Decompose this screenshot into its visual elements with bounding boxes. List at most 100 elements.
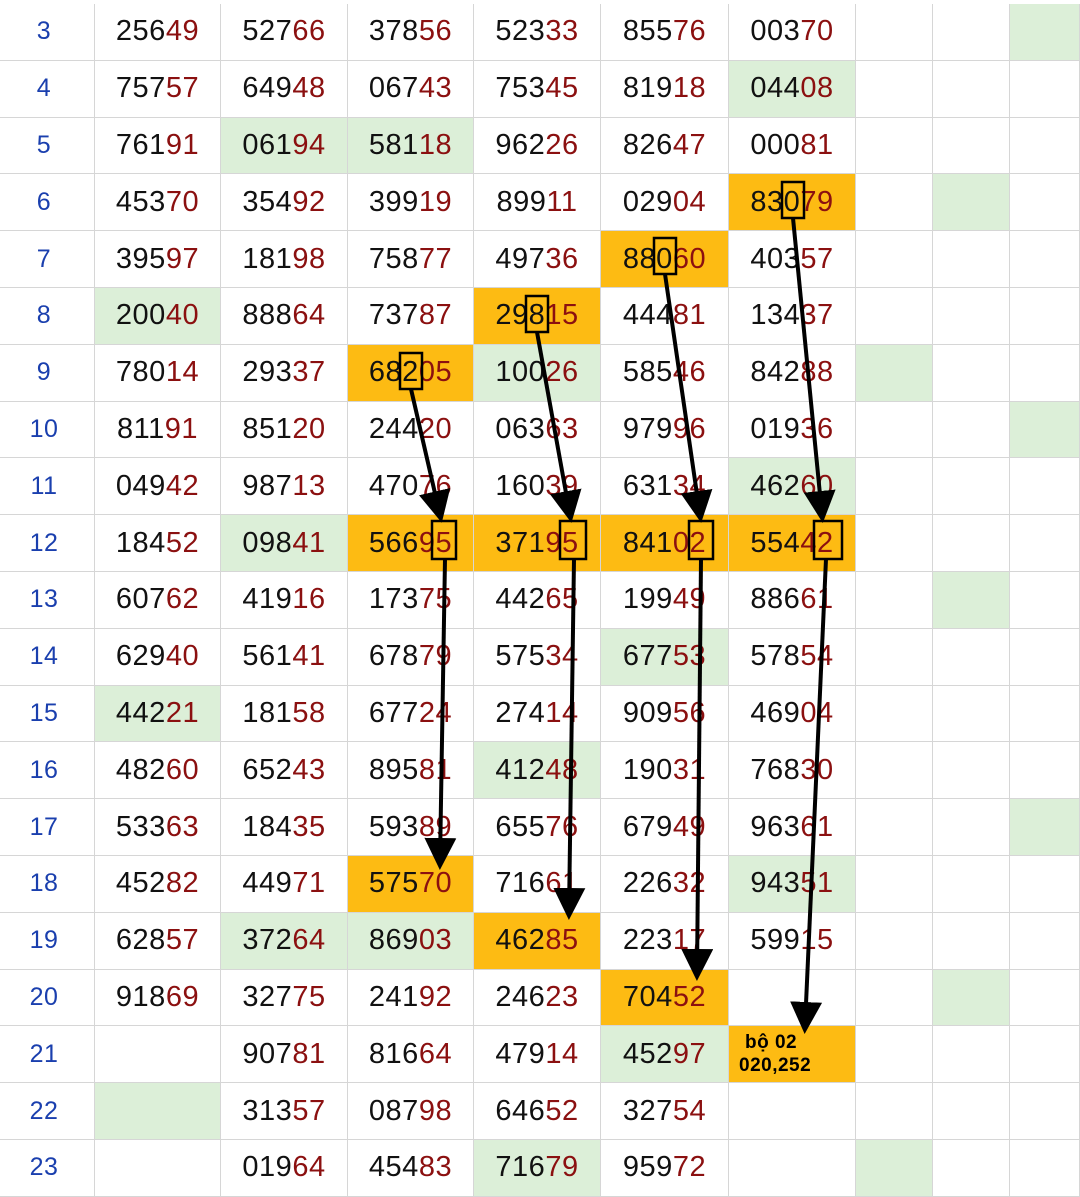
table-cell[interactable]: 655 76	[474, 799, 601, 856]
table-cell[interactable]: 497 36	[474, 231, 601, 288]
table-cell[interactable]: 181 98	[221, 231, 348, 288]
table-cell[interactable]: 000 81	[729, 117, 856, 175]
table-cell[interactable]: 256 49	[95, 4, 221, 61]
table-cell[interactable]: 607 62	[95, 572, 221, 629]
table-cell[interactable]	[1010, 288, 1080, 345]
table-cell[interactable]	[856, 401, 933, 459]
table-cell[interactable]: 841 02	[601, 515, 729, 572]
table-cell[interactable]: 561 41	[221, 628, 348, 686]
row-number[interactable]: 5	[0, 117, 95, 175]
table-cell[interactable]: 682 05	[348, 344, 474, 402]
table-cell[interactable]: 029 04	[601, 174, 729, 232]
table-cell[interactable]	[856, 60, 933, 118]
table-cell[interactable]: 482 60	[95, 742, 221, 800]
table-cell[interactable]	[1010, 572, 1080, 629]
table-cell[interactable]	[1010, 1140, 1080, 1197]
row-number[interactable]: 14	[0, 628, 95, 686]
table-cell[interactable]: 003 70	[729, 4, 856, 61]
note-cell[interactable]: bộ 02 020,252	[729, 1026, 856, 1084]
table-cell[interactable]	[933, 1083, 1010, 1140]
row-number[interactable]: 9	[0, 344, 95, 402]
table-cell[interactable]	[1010, 60, 1080, 118]
table-cell[interactable]: 049 42	[95, 458, 221, 516]
table-cell[interactable]	[1010, 174, 1080, 232]
row-number[interactable]: 22	[0, 1083, 95, 1140]
table-cell[interactable]: 100 26	[474, 344, 601, 402]
table-cell[interactable]	[95, 1026, 221, 1084]
table-cell[interactable]: 063 63	[474, 401, 601, 459]
table-cell[interactable]: 599 15	[729, 912, 856, 970]
table-cell[interactable]: 442 21	[95, 685, 221, 743]
table-cell[interactable]	[856, 344, 933, 402]
table-cell[interactable]: 757 57	[95, 60, 221, 118]
table-cell[interactable]: 943 51	[729, 856, 856, 913]
table-cell[interactable]: 962 26	[474, 117, 601, 175]
table-cell[interactable]	[856, 458, 933, 516]
table-cell[interactable]	[856, 628, 933, 686]
table-cell[interactable]: 190 31	[601, 742, 729, 800]
table-cell[interactable]: 768 30	[729, 742, 856, 800]
table-cell[interactable]: 575 70	[348, 856, 474, 913]
table-cell[interactable]	[1010, 515, 1080, 572]
table-cell[interactable]: 298 15	[474, 288, 601, 345]
row-number[interactable]: 13	[0, 572, 95, 629]
table-cell[interactable]: 449 71	[221, 856, 348, 913]
table-cell[interactable]: 593 89	[348, 799, 474, 856]
row-number[interactable]: 17	[0, 799, 95, 856]
table-cell[interactable]: 963 61	[729, 799, 856, 856]
table-cell[interactable]: 554 42	[729, 515, 856, 572]
row-number[interactable]: 21	[0, 1026, 95, 1084]
table-cell[interactable]: 412 48	[474, 742, 601, 800]
table-cell[interactable]: 649 48	[221, 60, 348, 118]
table-cell[interactable]	[933, 117, 1010, 175]
table-cell[interactable]	[933, 60, 1010, 118]
table-cell[interactable]: 959 72	[601, 1140, 729, 1197]
row-number[interactable]: 23	[0, 1140, 95, 1197]
table-cell[interactable]: 830 79	[729, 174, 856, 232]
table-cell[interactable]	[933, 856, 1010, 913]
table-cell[interactable]: 629 40	[95, 628, 221, 686]
table-cell[interactable]	[95, 1083, 221, 1140]
table-cell[interactable]	[1010, 1083, 1080, 1140]
table-cell[interactable]	[856, 288, 933, 345]
table-cell[interactable]	[1010, 458, 1080, 516]
table-cell[interactable]: 199 49	[601, 572, 729, 629]
table-cell[interactable]: 019 36	[729, 401, 856, 459]
table-cell[interactable]: 403 57	[729, 231, 856, 288]
table-cell[interactable]: 444 81	[601, 288, 729, 345]
table-cell[interactable]: 200 40	[95, 288, 221, 345]
table-cell[interactable]: 313 57	[221, 1083, 348, 1140]
table-cell[interactable]: 678 79	[348, 628, 474, 686]
table-cell[interactable]: 566 95	[348, 515, 474, 572]
table-cell[interactable]	[856, 572, 933, 629]
table-cell[interactable]	[729, 1140, 856, 1197]
table-cell[interactable]: 395 97	[95, 231, 221, 288]
table-cell[interactable]: 454 83	[348, 1140, 474, 1197]
table-cell[interactable]: 851 20	[221, 401, 348, 459]
table-cell[interactable]	[1010, 401, 1080, 459]
table-cell[interactable]: 442 65	[474, 572, 601, 629]
table-cell[interactable]: 899 11	[474, 174, 601, 232]
table-cell[interactable]	[933, 799, 1010, 856]
table-cell[interactable]	[856, 799, 933, 856]
table-cell[interactable]: 523 33	[474, 4, 601, 61]
table-cell[interactable]	[856, 4, 933, 61]
row-number[interactable]: 16	[0, 742, 95, 800]
table-cell[interactable]: 979 96	[601, 401, 729, 459]
table-cell[interactable]: 378 56	[348, 4, 474, 61]
table-cell[interactable]: 880 60	[601, 231, 729, 288]
table-cell[interactable]	[933, 685, 1010, 743]
table-cell[interactable]: 098 41	[221, 515, 348, 572]
table-cell[interactable]: 716 61	[474, 856, 601, 913]
table-cell[interactable]	[856, 742, 933, 800]
table-cell[interactable]: 044 08	[729, 60, 856, 118]
table-cell[interactable]	[95, 1140, 221, 1197]
table-cell[interactable]	[1010, 344, 1080, 402]
table-cell[interactable]: 585 46	[601, 344, 729, 402]
table-cell[interactable]: 869 03	[348, 912, 474, 970]
table-cell[interactable]: 019 64	[221, 1140, 348, 1197]
table-cell[interactable]	[933, 1140, 1010, 1197]
table-cell[interactable]: 181 58	[221, 685, 348, 743]
table-cell[interactable]: 244 20	[348, 401, 474, 459]
table-cell[interactable]: 419 16	[221, 572, 348, 629]
